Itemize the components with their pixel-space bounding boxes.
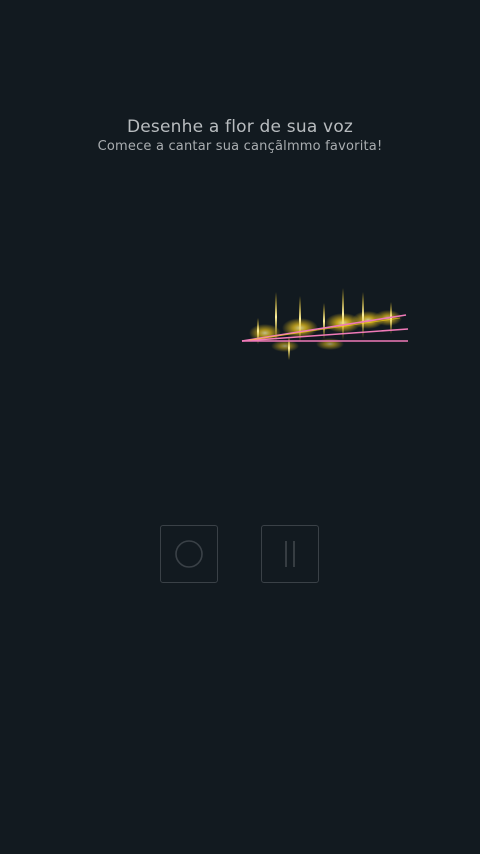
voice-flower-screen: Desenhe a flor de sua voz Comece a canta… — [0, 0, 480, 854]
restart-button[interactable] — [160, 525, 218, 583]
restart-circle-icon — [175, 540, 203, 568]
pause-button[interactable] — [261, 525, 319, 583]
pause-icon — [285, 541, 295, 567]
voice-flower-drawing — [241, 288, 409, 360]
